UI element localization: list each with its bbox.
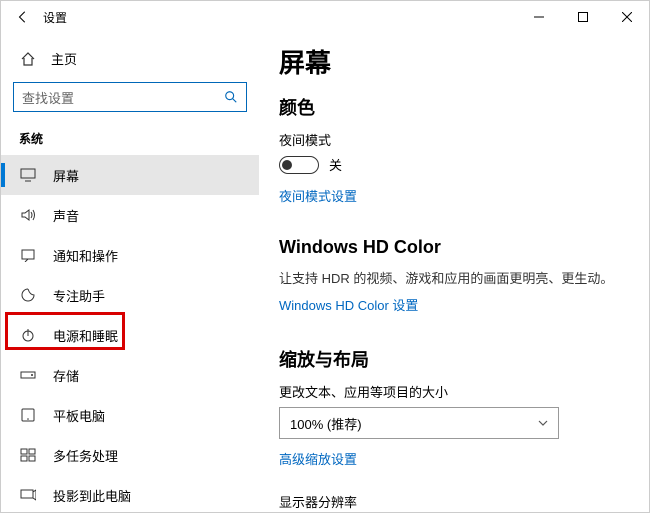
nav-list: 屏幕 声音 通知和操作 专注助手 电源和睡眠 存储 (1, 155, 259, 512)
toggle-knob (282, 160, 292, 170)
search-input[interactable]: 查找设置 (13, 82, 247, 112)
window-title: 设置 (37, 9, 67, 26)
nav-label: 平板电脑 (53, 406, 105, 425)
sidebar-item-multitask[interactable]: 多任务处理 (1, 435, 259, 475)
nav-label: 多任务处理 (53, 446, 118, 465)
back-button[interactable] (9, 3, 37, 31)
home-label: 主页 (51, 49, 77, 68)
home-icon (19, 51, 37, 67)
home-button[interactable]: 主页 (1, 41, 259, 76)
sound-icon (19, 208, 37, 222)
minimize-button[interactable] (517, 1, 561, 33)
sidebar-item-storage[interactable]: 存储 (1, 355, 259, 395)
storage-icon (19, 369, 37, 381)
night-mode-label: 夜间模式 (279, 130, 629, 149)
sidebar-item-project[interactable]: 投影到此电脑 (1, 475, 259, 512)
nav-label: 专注助手 (53, 286, 105, 305)
sidebar-item-power[interactable]: 电源和睡眠 (1, 315, 259, 355)
content-pane: 屏幕 颜色 夜间模式 关 夜间模式设置 Windows HD Color 让支持… (259, 33, 649, 512)
close-button[interactable] (605, 1, 649, 33)
resolution-label: 显示器分辨率 (279, 492, 629, 511)
nav-label: 存储 (53, 366, 79, 385)
sidebar-item-focus[interactable]: 专注助手 (1, 275, 259, 315)
multitask-icon (19, 448, 37, 462)
project-icon (19, 488, 37, 502)
window-controls (517, 1, 649, 33)
nav-label: 电源和睡眠 (53, 326, 118, 345)
tablet-icon (19, 408, 37, 422)
minimize-icon (534, 12, 544, 22)
nav-label: 通知和操作 (53, 246, 118, 265)
arrow-left-icon (16, 10, 30, 24)
advanced-scale-link[interactable]: 高级缩放设置 (279, 449, 357, 468)
close-icon (622, 12, 632, 22)
night-mode-toggle[interactable] (279, 156, 319, 174)
hdr-settings-link[interactable]: Windows HD Color 设置 (279, 295, 418, 314)
focus-icon (19, 287, 37, 303)
search-icon (224, 90, 238, 104)
chevron-down-icon (538, 420, 548, 426)
section-scale-title: 缩放与布局 (279, 346, 629, 372)
page-title: 屏幕 (279, 43, 629, 80)
night-mode-settings-link[interactable]: 夜间模式设置 (279, 186, 357, 205)
sidebar-item-sound[interactable]: 声音 (1, 195, 259, 235)
sidebar-section-label: 系统 (1, 122, 259, 155)
sidebar: 主页 查找设置 系统 屏幕 声音 通知和操作 (1, 33, 259, 512)
text-size-label: 更改文本、应用等项目的大小 (279, 382, 629, 401)
nav-label: 投影到此电脑 (53, 486, 131, 505)
display-icon (19, 168, 37, 182)
night-mode-state: 关 (329, 155, 342, 174)
sidebar-item-notifications[interactable]: 通知和操作 (1, 235, 259, 275)
power-icon (19, 327, 37, 343)
maximize-button[interactable] (561, 1, 605, 33)
sidebar-item-display[interactable]: 屏幕 (1, 155, 259, 195)
nav-label: 声音 (53, 206, 79, 225)
search-placeholder: 查找设置 (22, 88, 74, 107)
sidebar-item-tablet[interactable]: 平板电脑 (1, 395, 259, 435)
maximize-icon (578, 12, 588, 22)
notifications-icon (19, 248, 37, 262)
text-size-value: 100% (推荐) (290, 414, 362, 433)
nav-label: 屏幕 (53, 166, 79, 185)
text-size-dropdown[interactable]: 100% (推荐) (279, 407, 559, 439)
titlebar: 设置 (1, 1, 649, 33)
hdr-description: 让支持 HDR 的视频、游戏和应用的画面更明亮、更生动。 (279, 268, 629, 287)
section-color-title: 颜色 (279, 94, 629, 120)
section-hdr-title: Windows HD Color (279, 237, 629, 258)
